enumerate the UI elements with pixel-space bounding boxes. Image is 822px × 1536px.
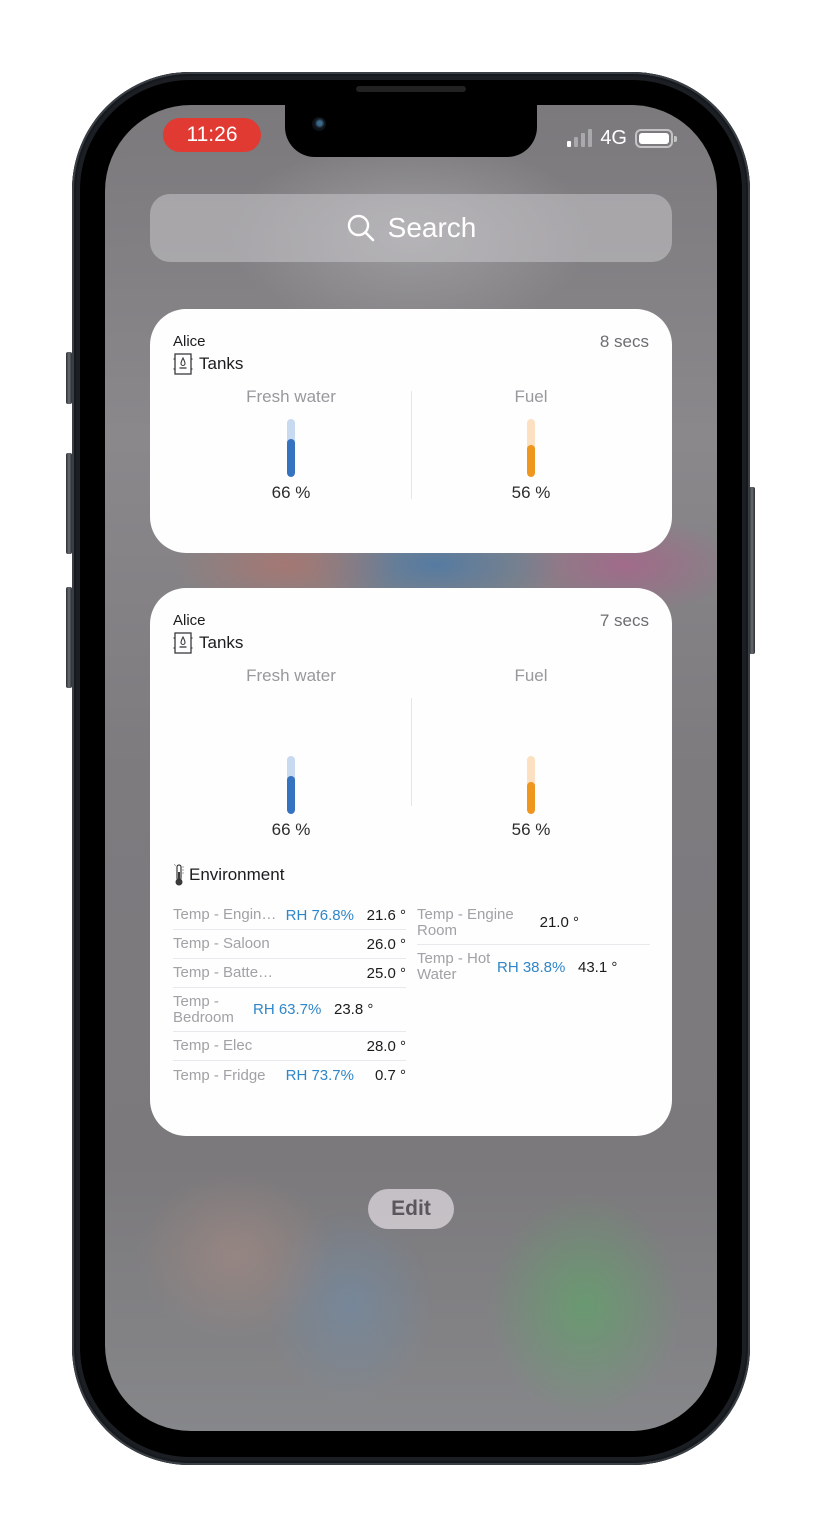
sensor-name: Temp - Batte… xyxy=(173,965,274,981)
search-icon xyxy=(347,214,374,242)
environment-list-left: Temp - Engin… RH 76.8% 21.6 ° Temp - Sal… xyxy=(173,901,406,1090)
tank-percent: 66 % xyxy=(271,483,311,502)
environment-row: Temp - Engine Room 21.0 ° xyxy=(417,901,650,945)
tank-icon xyxy=(173,353,193,375)
sensor-name: Temp - Hot Water xyxy=(417,951,491,983)
sensor-name: Temp - Bedroom xyxy=(173,993,234,1026)
sensor-temperature: 43.1 ° xyxy=(578,958,618,976)
environment-row: Temp - Bedroom RH 63.7% 23.8 ° xyxy=(173,988,406,1032)
environment-list-right: Temp - Engine Room 21.0 ° Temp - Hot Wat… xyxy=(417,901,650,989)
environment-row: Temp - Saloon 26.0 ° xyxy=(173,930,406,959)
sensor-humidity: RH 73.7% xyxy=(285,1067,354,1084)
tank-name: Fuel xyxy=(514,666,548,685)
tank-fresh-water: Fresh water 66 % xyxy=(181,387,401,502)
tank-name: Fuel xyxy=(514,387,548,406)
sensor-temperature: 25.0 ° xyxy=(366,964,406,982)
battery-icon xyxy=(635,128,677,148)
mute-switch xyxy=(66,352,72,404)
signal-strength-icon xyxy=(567,129,593,147)
status-indicators: 4G xyxy=(567,126,677,149)
section-title: Tanks xyxy=(199,354,244,373)
signal-bar xyxy=(581,133,586,147)
sensor-humidity: RH 63.7% xyxy=(253,1001,322,1018)
tank-fuel: Fuel 56 % xyxy=(421,387,641,502)
volume-down-button xyxy=(66,587,72,688)
sensor-humidity: RH 38.8% xyxy=(497,958,566,976)
signal-bar xyxy=(567,141,572,147)
widget-section-header: Tanks xyxy=(173,632,243,654)
widget-age: 8 secs xyxy=(599,332,649,351)
sensor-temperature: 0.7 ° xyxy=(374,1067,406,1084)
screen: 11:26 4G Search Alice 8 secs Tanks Fresh… xyxy=(105,105,717,1431)
environment-row: Temp - Batte… 25.0 ° xyxy=(173,959,406,988)
tank-name: Fresh water xyxy=(246,666,336,685)
widget-user: Alice xyxy=(173,333,206,350)
sensor-temperature: 21.6 ° xyxy=(366,906,406,924)
power-button xyxy=(749,487,755,654)
environment-row: Temp - Elec 28.0 ° xyxy=(173,1032,406,1061)
tank-divider xyxy=(411,391,412,499)
tanks-environment-widget[interactable]: Alice 7 secs Tanks Fresh water 66 % Fuel xyxy=(150,588,672,1136)
tank-gauge-fill xyxy=(287,438,295,477)
tanks-widget-small[interactable]: Alice 8 secs Tanks Fresh water 66 % Fuel xyxy=(150,309,672,553)
tank-gauge xyxy=(527,419,535,477)
tank-gauge xyxy=(287,419,295,477)
sensor-name: Temp - Elec xyxy=(173,1038,253,1054)
sensor-temperature: 26.0 ° xyxy=(366,935,406,953)
tank-gauge-fill xyxy=(527,781,535,814)
battery-level xyxy=(639,132,669,144)
front-camera-icon xyxy=(312,117,326,131)
signal-bar xyxy=(588,129,593,147)
notch xyxy=(285,105,537,157)
sensor-name: Temp - Engine Room xyxy=(417,906,514,939)
search-bar[interactable]: Search xyxy=(150,194,672,262)
search-placeholder: Search xyxy=(387,212,477,243)
widget-user: Alice xyxy=(173,612,206,629)
environment-row: Temp - Engin… RH 76.8% 21.6 ° xyxy=(173,901,406,930)
tank-percent: 56 % xyxy=(511,820,551,839)
widget-age: 7 secs xyxy=(599,611,649,630)
section-title: Tanks xyxy=(199,633,244,652)
thermometer-icon xyxy=(173,863,184,886)
tank-gauge xyxy=(287,756,295,814)
sensor-name: Temp - Saloon xyxy=(173,936,270,952)
tank-percent: 56 % xyxy=(511,483,551,502)
sensor-temperature: 23.8 ° xyxy=(334,1001,374,1018)
sensor-temperature: 28.0 ° xyxy=(366,1037,406,1055)
tank-percent: 66 % xyxy=(271,820,311,839)
sensor-temperature: 21.0 ° xyxy=(539,914,579,931)
widget-section-header: Tanks xyxy=(173,353,243,375)
sensor-name: Temp - Fridge xyxy=(173,1067,266,1084)
environment-row: Temp - Hot Water RH 38.8% 43.1 ° xyxy=(417,945,650,989)
tank-gauge-fill xyxy=(287,775,295,814)
tank-gauge-fill xyxy=(527,444,535,477)
sensor-name: Temp - Engin… xyxy=(173,907,277,923)
speaker-grille xyxy=(356,86,466,92)
signal-bar xyxy=(574,137,579,147)
edit-button[interactable]: Edit xyxy=(368,1189,454,1229)
tank-icon xyxy=(173,632,193,654)
network-type: 4G xyxy=(600,126,627,149)
sensor-humidity: RH 76.8% xyxy=(285,906,354,924)
environment-row: Temp - Fridge RH 73.7% 0.7 ° xyxy=(173,1061,406,1090)
status-time[interactable]: 11:26 xyxy=(163,118,261,152)
tank-gauge xyxy=(527,756,535,814)
tank-name: Fresh water xyxy=(246,387,336,406)
volume-up-button xyxy=(66,453,72,554)
tank-divider xyxy=(411,698,412,806)
environment-title: Environment xyxy=(189,865,285,884)
tank-fresh-water: Fresh water 66 % xyxy=(181,666,401,839)
tank-fuel: Fuel 56 % xyxy=(421,666,641,839)
environment-header: Environment xyxy=(173,863,284,887)
